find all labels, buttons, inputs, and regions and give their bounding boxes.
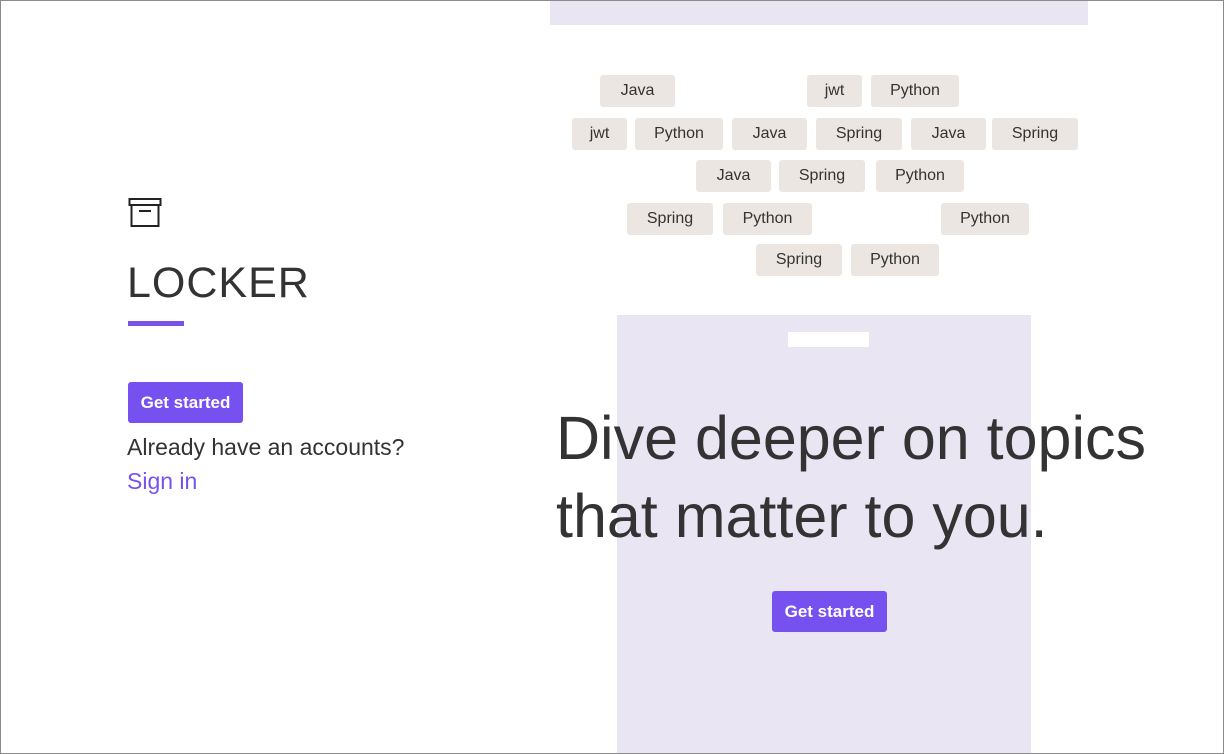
topic-tag[interactable]: jwt bbox=[572, 118, 627, 150]
brand-underline bbox=[128, 321, 184, 326]
hero-headline: Dive deeper on topics that matter to you… bbox=[556, 404, 1147, 550]
get-started-button[interactable]: Get started bbox=[128, 382, 243, 423]
topic-tag[interactable]: Python bbox=[851, 244, 939, 276]
sign-in-link[interactable]: Sign in bbox=[127, 468, 197, 495]
topic-tag[interactable]: Spring bbox=[779, 160, 865, 192]
topic-tag[interactable]: Java bbox=[911, 118, 986, 150]
topic-tag[interactable]: Python bbox=[723, 203, 812, 235]
topic-tag[interactable]: Python bbox=[871, 75, 959, 107]
top-banner bbox=[550, 1, 1088, 25]
topic-tag[interactable]: Java bbox=[600, 75, 675, 107]
topic-tag[interactable]: Java bbox=[732, 118, 807, 150]
hero-get-started-button[interactable]: Get started bbox=[772, 591, 887, 632]
topic-tag[interactable]: Spring bbox=[756, 244, 842, 276]
topic-tag[interactable]: Spring bbox=[992, 118, 1078, 150]
topic-tag[interactable]: Python bbox=[635, 118, 723, 150]
archive-box-icon bbox=[128, 198, 162, 227]
topic-tag[interactable]: Python bbox=[876, 160, 964, 192]
topic-tag[interactable]: Python bbox=[941, 203, 1029, 235]
topic-tag[interactable]: jwt bbox=[807, 75, 862, 107]
hero-decoration-bar bbox=[788, 332, 869, 347]
topic-tag[interactable]: Spring bbox=[816, 118, 902, 150]
page-frame: LOCKER Get started Already have an accou… bbox=[0, 0, 1224, 754]
already-have-account-text: Already have an accounts? bbox=[127, 434, 405, 460]
topic-tag[interactable]: Java bbox=[696, 160, 771, 192]
topic-tag[interactable]: Spring bbox=[627, 203, 713, 235]
brand-title: LOCKER bbox=[127, 259, 310, 307]
